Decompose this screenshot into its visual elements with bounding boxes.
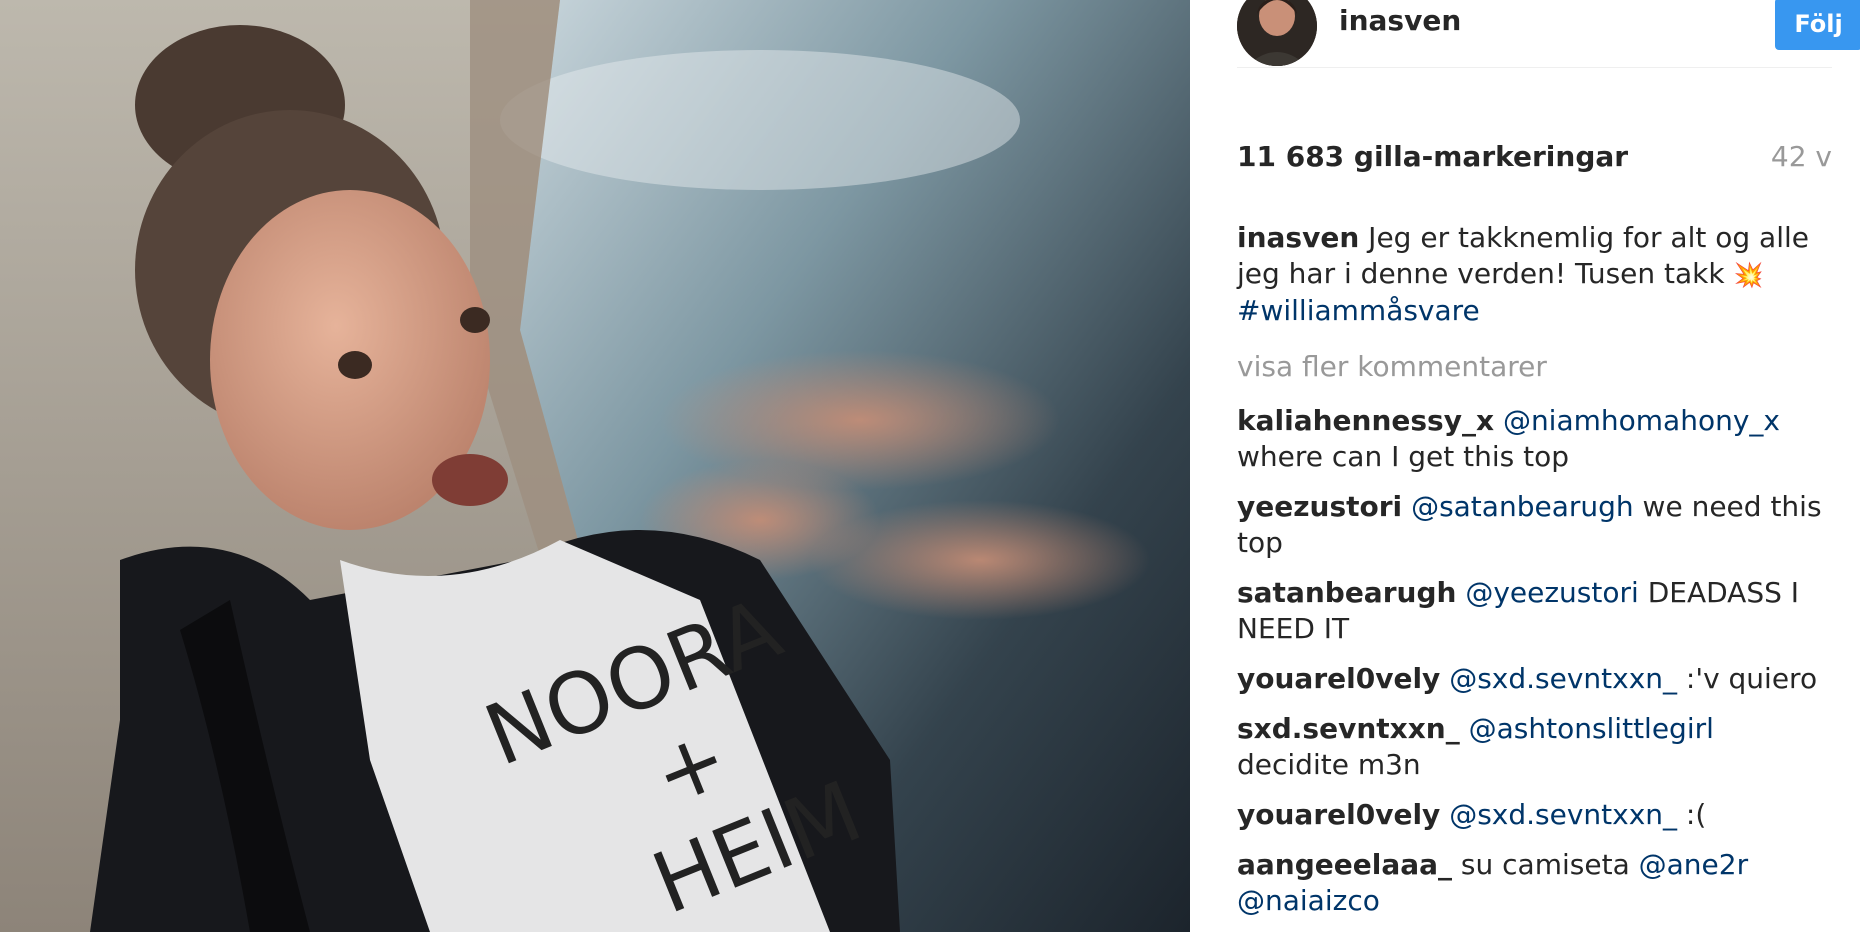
comment: youarel0vely @sxd.sevntxxn_ :'v quiero bbox=[1237, 661, 1832, 697]
comment-username[interactable]: kaliahennessy_x bbox=[1237, 404, 1494, 437]
comment-text: :( bbox=[1677, 798, 1707, 831]
comment-mention[interactable]: @sxd.sevntxxn_ bbox=[1449, 662, 1677, 695]
caption-username[interactable]: inasven bbox=[1237, 221, 1359, 254]
comment-mention[interactable]: @ane2r bbox=[1639, 848, 1748, 881]
post-age[interactable]: 42 v bbox=[1771, 140, 1832, 173]
comment-username[interactable]: youarel0vely bbox=[1237, 798, 1440, 831]
show-more-comments-link[interactable]: visa fler kommentarer bbox=[1237, 349, 1832, 385]
comment: satanbearugh @yeezustori DEADASS I NEED … bbox=[1237, 575, 1832, 647]
avatar[interactable] bbox=[1237, 0, 1317, 66]
comment: yeezustori @satanbearugh we need this to… bbox=[1237, 489, 1832, 561]
header-divider bbox=[1237, 67, 1832, 68]
post-author-username[interactable]: inasven bbox=[1339, 4, 1461, 37]
comment-username[interactable]: sxd.sevntxxn_ bbox=[1237, 712, 1460, 745]
comment: kaliahennessy_x @niamhomahony_x where ca… bbox=[1237, 403, 1832, 475]
comment-mention[interactable]: @satanbearugh bbox=[1411, 490, 1634, 523]
post-photo[interactable]: NOORA + HEIM bbox=[0, 0, 1190, 932]
comment: aangeeelaaa_ su camiseta @ane2r @naiaizc… bbox=[1237, 847, 1832, 919]
caption: inasven Jeg er takknemlig for alt og all… bbox=[1237, 220, 1832, 329]
comment: sxd.sevntxxn_ @ashtonslittlegirl decidit… bbox=[1237, 711, 1832, 783]
comment: youarel0vely @sxd.sevntxxn_ :( bbox=[1237, 797, 1832, 833]
caption-hashtag[interactable]: #williammåsvare bbox=[1237, 294, 1480, 327]
post-detail-panel: inasven Följ 11 683 gilla-markeringar 42… bbox=[1190, 0, 1860, 932]
collision-emoji-icon: 💥 bbox=[1733, 261, 1764, 289]
comment-username[interactable]: youarel0vely bbox=[1237, 662, 1440, 695]
comment-username[interactable]: satanbearugh bbox=[1237, 576, 1456, 609]
comment-mention[interactable]: @yeezustori bbox=[1465, 576, 1638, 609]
comment-text: where can I get this top bbox=[1237, 440, 1570, 473]
comment-mention-2[interactable]: @naiaizco bbox=[1237, 884, 1380, 917]
post-header: inasven Följ bbox=[1237, 0, 1860, 66]
follow-button[interactable]: Följ bbox=[1775, 0, 1860, 50]
comments-list: inasven Jeg er takknemlig for alt og all… bbox=[1237, 220, 1832, 932]
comment-text: decidite m3n bbox=[1237, 748, 1421, 781]
comment-text: :'v quiero bbox=[1677, 662, 1818, 695]
likes-count[interactable]: 11 683 gilla-markeringar bbox=[1237, 140, 1628, 173]
avatar-image bbox=[1237, 0, 1317, 66]
post-photo-image: NOORA + HEIM bbox=[0, 0, 1190, 932]
comment-username[interactable]: aangeeelaaa_ bbox=[1237, 848, 1452, 881]
comment-text: su camiseta bbox=[1452, 848, 1639, 881]
comment-mention[interactable]: @sxd.sevntxxn_ bbox=[1449, 798, 1677, 831]
comment-mention[interactable]: @niamhomahony_x bbox=[1503, 404, 1780, 437]
comment-mention[interactable]: @ashtonslittlegirl bbox=[1469, 712, 1714, 745]
comment-username[interactable]: yeezustori bbox=[1237, 490, 1402, 523]
likes-row: 11 683 gilla-markeringar 42 v bbox=[1237, 140, 1832, 180]
